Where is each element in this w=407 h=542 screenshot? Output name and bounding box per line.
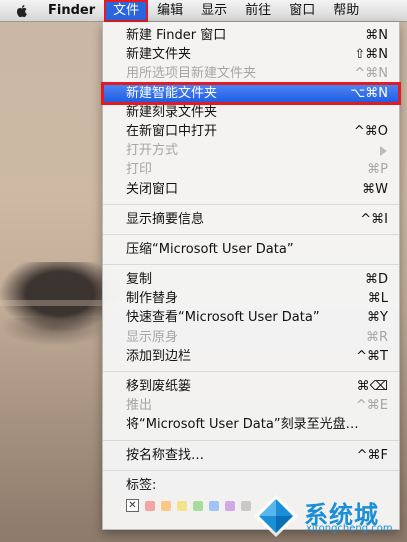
watermark-url: xitongcheng.com bbox=[306, 523, 393, 534]
menu-item-open-in-new-window[interactable]: 在新窗口中打开 ^⌘O bbox=[103, 122, 399, 141]
menu-item-label: 用所选项目新建文件夹 bbox=[126, 66, 257, 82]
tag-gray[interactable] bbox=[241, 500, 251, 511]
menu-item-eject: 推出 ^⌘E bbox=[103, 396, 399, 415]
menu-separator bbox=[103, 371, 399, 372]
menu-item-label: 打开方式 bbox=[126, 143, 179, 159]
menubar-item-window[interactable]: 窗口 bbox=[280, 0, 324, 22]
menu-item-get-info[interactable]: 显示摘要信息 ^⌘I bbox=[103, 210, 399, 229]
menu-bar: Finder 文件 编辑 显示 前往 窗口 帮助 bbox=[0, 0, 407, 22]
tag-orange[interactable] bbox=[161, 500, 171, 511]
menu-item-label: 新建刻录文件夹 bbox=[126, 104, 218, 120]
tag-blue[interactable] bbox=[209, 500, 219, 511]
shortcut: ⌥⌘N bbox=[350, 85, 388, 101]
shortcut: ⌘P bbox=[367, 162, 388, 178]
menu-item-label: 新建文件夹 bbox=[126, 47, 192, 63]
menu-item-label: 新建 Finder 窗口 bbox=[126, 28, 227, 43]
menu-separator bbox=[103, 233, 399, 235]
shortcut: ^⌘N bbox=[354, 66, 388, 82]
menu-item-make-alias[interactable]: 制作替身 ⌘L bbox=[103, 289, 399, 308]
shortcut: ⌘R bbox=[365, 329, 388, 345]
menu-item-label: 打印 bbox=[126, 162, 153, 178]
menu-item-label: 制作替身 bbox=[126, 291, 179, 307]
tag-purple[interactable] bbox=[225, 500, 235, 511]
menu-separator bbox=[103, 264, 399, 266]
menu-item-label: 复制 bbox=[126, 272, 153, 288]
menu-item-label: 压缩“Microsoft User Data” bbox=[126, 241, 294, 257]
menu-item-burn-to-disc[interactable]: 将“Microsoft User Data”刻录至光盘… bbox=[103, 415, 399, 434]
menu-item-label: 按名称查找… bbox=[126, 447, 205, 463]
tag-remove-icon[interactable]: ✕ bbox=[126, 499, 139, 513]
menubar-item-go[interactable]: 前往 bbox=[236, 0, 280, 22]
menu-item-new-folder-with-selection: 用所选项目新建文件夹 ^⌘N bbox=[103, 64, 399, 83]
watermark: 系统城 xitongcheng.com bbox=[252, 493, 402, 539]
apple-logo-icon[interactable] bbox=[14, 3, 30, 19]
shortcut: ⌘D bbox=[364, 272, 388, 288]
menubar-item-file[interactable]: 文件 bbox=[104, 0, 149, 22]
menubar-item-help[interactable]: 帮助 bbox=[324, 0, 368, 22]
menu-separator bbox=[103, 469, 399, 471]
menu-item-label: 标签: bbox=[126, 477, 157, 493]
menu-item-new-smart-folder[interactable]: 新建智能文件夹 ⌥⌘N bbox=[101, 81, 401, 105]
menu-item-label: 推出 bbox=[126, 398, 153, 414]
shortcut: ^⌘I bbox=[360, 211, 388, 227]
shortcut: ^⌘E bbox=[355, 398, 388, 414]
menubar-app-name[interactable]: Finder bbox=[46, 0, 104, 22]
background-reflection bbox=[0, 318, 110, 346]
shortcut: ⌘W bbox=[362, 181, 388, 197]
menu-item-print: 打印 ⌘P bbox=[103, 160, 399, 179]
menu-item-quick-look[interactable]: 快速查看“Microsoft User Data” ⌘Y bbox=[103, 308, 399, 327]
shortcut: ^⌘O bbox=[353, 123, 388, 139]
menu-item-show-original: 显示原身 ⌘R bbox=[103, 328, 399, 347]
menu-item-open-with: 打开方式 bbox=[103, 141, 399, 160]
menu-item-label: 添加到边栏 bbox=[126, 348, 192, 364]
shortcut: ⌘⌫ bbox=[356, 379, 388, 394]
menu-item-compress[interactable]: 压缩“Microsoft User Data” bbox=[103, 240, 399, 259]
menu-item-new-finder-window[interactable]: 新建 Finder 窗口 ⌘N bbox=[103, 26, 399, 45]
shortcut: ⌘Y bbox=[367, 310, 388, 326]
tag-green[interactable] bbox=[193, 500, 203, 511]
shortcut: ⌘N bbox=[365, 28, 388, 43]
menu-item-move-to-trash[interactable]: 移到废纸篓 ⌘⌫ bbox=[103, 377, 399, 396]
menubar-item-edit[interactable]: 编辑 bbox=[148, 0, 192, 22]
tag-yellow[interactable] bbox=[177, 500, 187, 511]
shortcut: ^⌘F bbox=[356, 447, 388, 463]
shortcut: ⇧⌘N bbox=[354, 47, 388, 63]
menu-item-label: 移到废纸篓 bbox=[126, 379, 192, 394]
shortcut: ^⌘T bbox=[356, 348, 388, 364]
menu-item-find-by-name[interactable]: 按名称查找… ^⌘F bbox=[103, 446, 399, 465]
file-menu-dropdown: 新建 Finder 窗口 ⌘N 新建文件夹 ⇧⌘N 用所选项目新建文件夹 ^⌘N 新建… bbox=[101, 22, 401, 530]
menu-item-add-to-sidebar[interactable]: 添加到边栏 ^⌘T bbox=[103, 347, 399, 366]
tag-red[interactable] bbox=[145, 500, 155, 511]
menu-item-label: 将“Microsoft User Data”刻录至光盘… bbox=[126, 417, 359, 433]
menu-item-label: 在新窗口中打开 bbox=[126, 123, 218, 139]
menu-separator bbox=[103, 439, 399, 441]
menu-item-new-burn-folder[interactable]: 新建刻录文件夹 bbox=[103, 103, 399, 122]
menu-item-close-window[interactable]: 关闭窗口 ⌘W bbox=[103, 180, 399, 199]
menu-item-label: 快速查看“Microsoft User Data” bbox=[126, 310, 320, 326]
watermark-logo-icon bbox=[254, 495, 298, 537]
menu-item-label: 显示摘要信息 bbox=[126, 211, 205, 227]
menu-separator bbox=[103, 203, 399, 205]
submenu-arrow-icon bbox=[380, 146, 387, 157]
menu-item-duplicate[interactable]: 复制 ⌘D bbox=[103, 270, 399, 289]
menu-item-label: 关闭窗口 bbox=[126, 181, 179, 197]
menu-item-new-folder[interactable]: 新建文件夹 ⇧⌘N bbox=[103, 45, 399, 64]
menubar-item-view[interactable]: 显示 bbox=[192, 0, 236, 22]
shortcut: ⌘L bbox=[367, 291, 388, 307]
menu-item-label: 显示原身 bbox=[126, 329, 179, 345]
menu-item-label: 新建智能文件夹 bbox=[126, 85, 218, 101]
